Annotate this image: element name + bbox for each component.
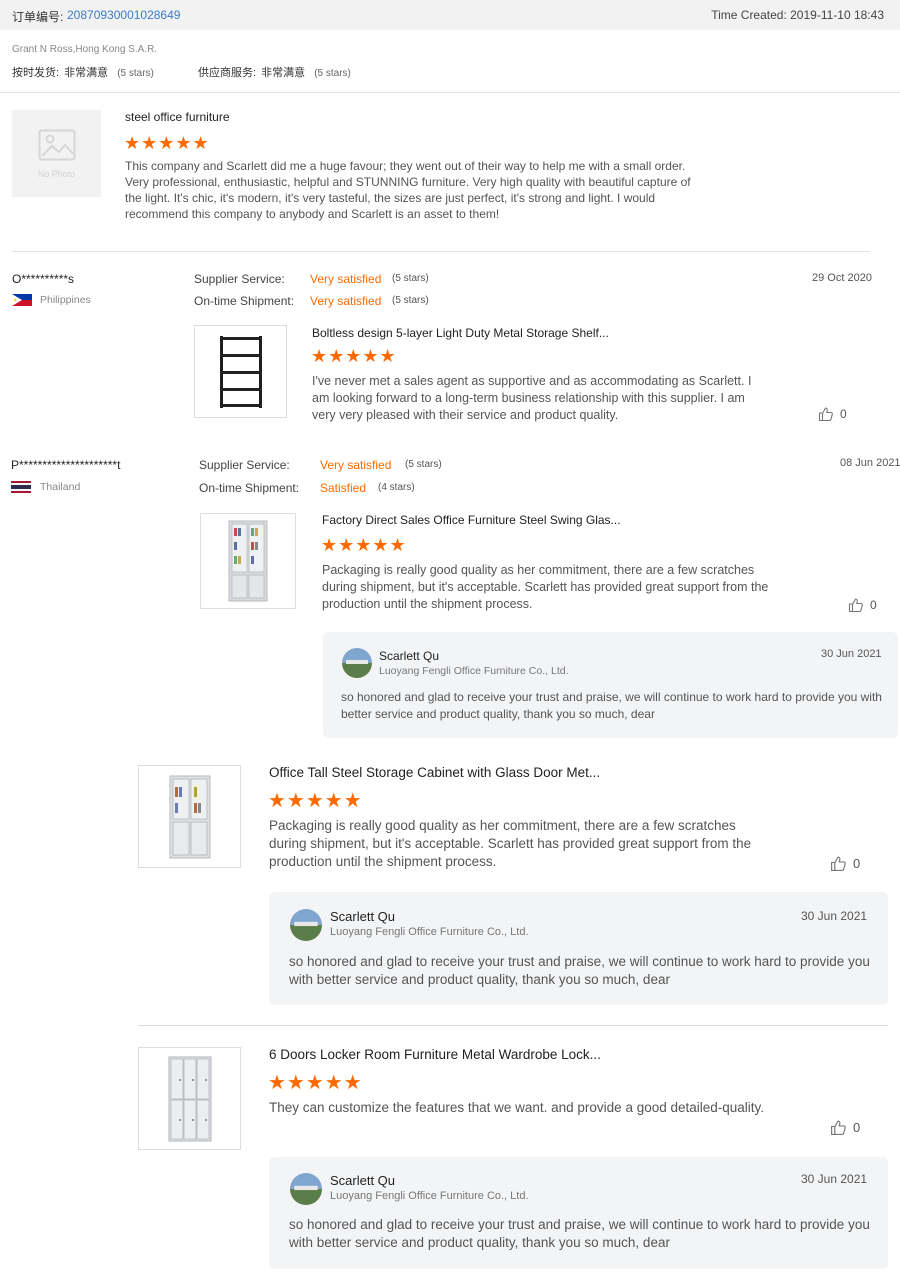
review-text: Packaging is really good quality as her … — [322, 563, 769, 611]
star-rating: ★★★★★ — [321, 535, 407, 555]
reply-company: Luoyang Fengli Office Furniture Co., Ltd… — [330, 1190, 529, 1202]
product-thumbnail[interactable] — [194, 325, 287, 418]
review-text: Packaging is really good quality as her … — [269, 818, 752, 869]
shelf-image — [219, 335, 262, 408]
shipment-stars: (4 stars) — [378, 482, 415, 493]
like-button[interactable]: 0 — [830, 855, 860, 872]
like-count: 0 — [870, 598, 877, 612]
supplier-service-value: Very satisfied — [310, 272, 382, 286]
reply-text: so honored and glad to receive your trus… — [289, 1217, 870, 1250]
thumbs-up-icon — [818, 407, 833, 422]
reply-author: Scarlett Qu — [379, 649, 440, 663]
like-button[interactable]: 0 — [848, 597, 877, 613]
on-time-shipment-rating: 按时发货: 非常满意 (5 stars) — [12, 67, 154, 79]
supplier-service-label: Supplier Service: — [194, 272, 285, 286]
shipment-label: On-time Shipment: — [194, 294, 295, 308]
supplier-service-value: Very satisfied — [320, 458, 392, 472]
storage-cabinet-image — [169, 775, 210, 858]
buyer-name: Grant N Ross,Hong Kong S.A.R. — [12, 44, 158, 55]
supplier-avatar — [290, 1173, 322, 1205]
review-text: I've never met a sales agent as supporti… — [312, 374, 752, 422]
divider — [12, 251, 870, 252]
glass-cabinet-image — [228, 520, 268, 602]
time-created: Time Created: 2019-11-10 18:43 — [711, 8, 884, 22]
supplier-service-stars: (5 stars) — [392, 273, 429, 284]
reply-company: Luoyang Fengli Office Furniture Co., Ltd… — [379, 665, 569, 677]
product-title[interactable]: Boltless design 5-layer Light Duty Metal… — [312, 326, 609, 340]
reply-date: 30 Jun 2021 — [821, 648, 882, 660]
no-photo-text: No Photo — [37, 168, 76, 179]
review-date: 08 Jun 2021 — [840, 457, 900, 469]
review-date: 29 Oct 2020 — [812, 272, 872, 284]
reply-date: 30 Jun 2021 — [801, 1172, 868, 1186]
reply-date: 30 Jun 2021 — [801, 909, 868, 923]
reviewer-name: P*********************t — [11, 458, 121, 472]
shipment-stars: (5 stars) — [392, 295, 429, 306]
divider — [138, 1025, 888, 1026]
star-rating: ★★★★★ — [268, 790, 363, 812]
supplier-avatar — [342, 648, 372, 678]
reply-text: so honored and glad to receive your trus… — [341, 690, 882, 721]
locker-image — [168, 1056, 211, 1141]
shipment-label: On-time Shipment: — [199, 481, 300, 495]
like-button[interactable]: 0 — [830, 1119, 860, 1136]
shipment-value: Satisfied — [320, 481, 367, 495]
order-number-link[interactable]: 20870930001028649 — [67, 8, 180, 22]
thumbs-up-icon — [848, 598, 863, 613]
divider — [0, 92, 900, 93]
reply-company: Luoyang Fengli Office Furniture Co., Ltd… — [330, 926, 529, 938]
supplier-service-stars: (5 stars) — [405, 459, 442, 470]
shipment-value: Very satisfied — [310, 294, 382, 308]
reviewer-country: Philippines — [40, 294, 91, 306]
like-count: 0 — [853, 1120, 861, 1135]
product-title[interactable]: steel office furniture — [125, 110, 230, 124]
product-title[interactable]: 6 Doors Locker Room Furniture Metal Ward… — [269, 1047, 601, 1062]
thumbs-up-icon — [831, 856, 846, 871]
review-text: This company and Scarlett did me a huge … — [125, 159, 691, 221]
supplier-avatar — [290, 909, 322, 941]
reviewer-country: Thailand — [40, 481, 81, 493]
like-count: 0 — [840, 407, 847, 421]
reviewer-name: O**********s — [12, 272, 75, 286]
image-placeholder-icon — [38, 129, 75, 160]
star-rating: ★★★★★ — [311, 346, 397, 366]
product-thumbnail[interactable] — [138, 1047, 241, 1150]
star-rating: ★★★★★ — [268, 1072, 363, 1094]
reply-author: Scarlett Qu — [330, 1173, 396, 1188]
like-count: 0 — [853, 856, 861, 871]
review-text: They can customize the features that we … — [269, 1100, 765, 1115]
product-thumbnail[interactable] — [200, 513, 296, 609]
no-photo-placeholder: No Photo — [12, 110, 101, 197]
star-rating: ★★★★★ — [124, 133, 210, 153]
thumbs-up-icon — [831, 1120, 846, 1135]
like-button[interactable]: 0 — [818, 406, 847, 422]
reply-author: Scarlett Qu — [330, 909, 396, 924]
thailand-flag-icon — [11, 481, 31, 493]
supplier-service-rating: 供应商服务: 非常满意 (5 stars) — [198, 67, 351, 79]
product-thumbnail[interactable] — [138, 765, 241, 868]
supplier-service-label: Supplier Service: — [199, 458, 290, 472]
philippines-flag-icon — [12, 294, 32, 306]
reply-text: so honored and glad to receive your trus… — [289, 954, 870, 987]
product-title[interactable]: Factory Direct Sales Office Furniture St… — [322, 513, 621, 527]
product-title[interactable]: Office Tall Steel Storage Cabinet with G… — [269, 765, 600, 780]
order-number-label: 订单编号: — [12, 10, 64, 24]
